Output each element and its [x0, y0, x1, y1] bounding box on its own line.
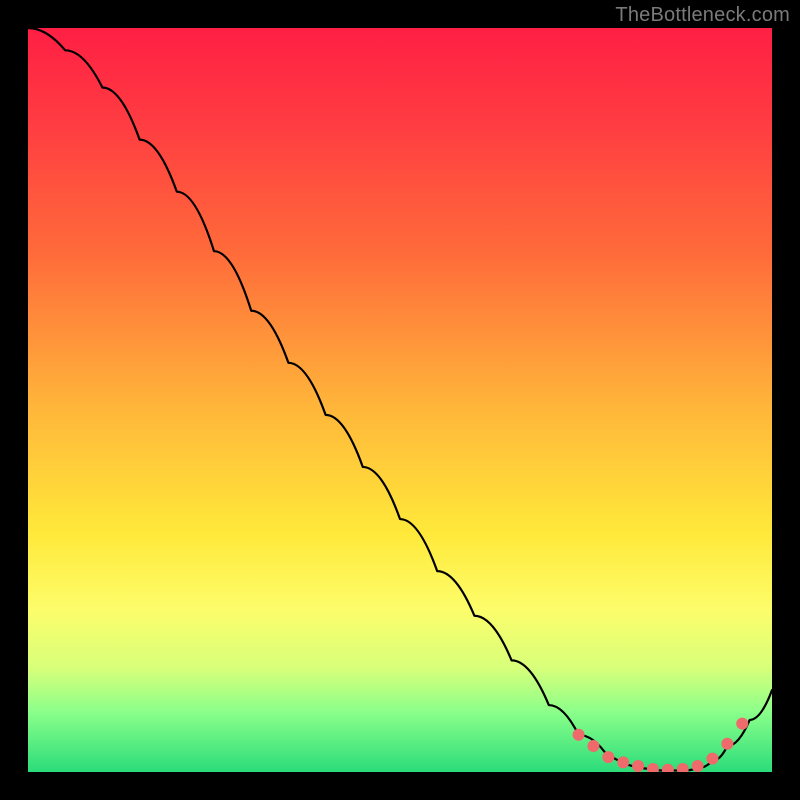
highlight-dot — [736, 718, 748, 730]
attribution-text: TheBottleneck.com — [615, 4, 790, 27]
highlight-dot — [617, 756, 629, 768]
curve-svg — [28, 28, 772, 772]
highlight-dot — [721, 738, 733, 750]
highlight-dots-group — [573, 718, 749, 772]
highlight-dot — [647, 763, 659, 772]
highlight-dot — [632, 760, 644, 772]
highlight-dot — [573, 729, 585, 741]
highlight-dot — [692, 760, 704, 772]
chart-frame: TheBottleneck.com — [0, 0, 800, 800]
highlight-dot — [677, 763, 689, 772]
highlight-dot — [602, 751, 614, 763]
highlight-dot — [706, 753, 718, 765]
highlight-dot — [587, 740, 599, 752]
plot-area — [28, 28, 772, 772]
bottleneck-curve — [28, 28, 772, 771]
highlight-dot — [662, 764, 674, 772]
